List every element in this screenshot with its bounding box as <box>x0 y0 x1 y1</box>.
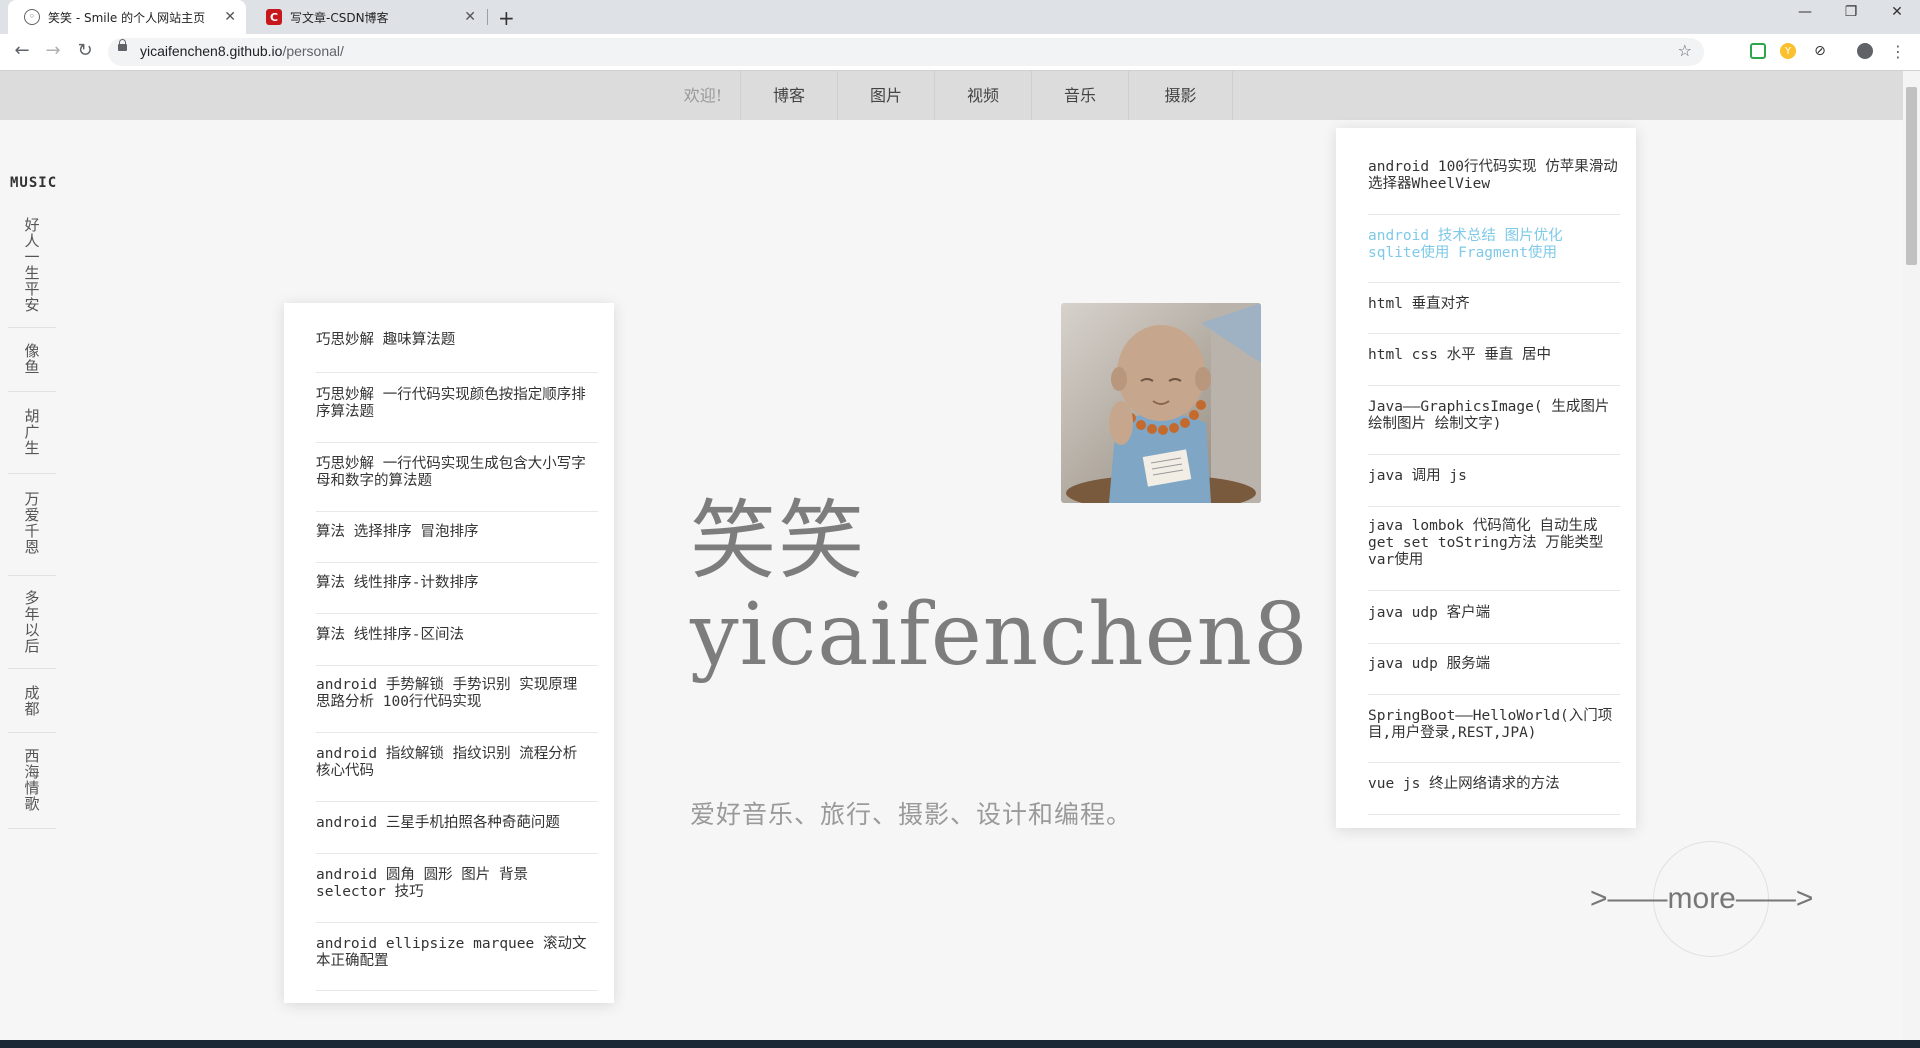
restore-icon[interactable]: ❐ <box>1828 4 1874 20</box>
article-link[interactable]: vue js 终止网络请求的方法 <box>1368 776 1620 815</box>
hero-name-english: yicaifenchen8 <box>690 585 1309 685</box>
address-bar[interactable]: yicaifenchen8.github.io/personal/ ☆ <box>108 38 1704 66</box>
nav-pictures[interactable]: 图片 <box>838 71 935 120</box>
article-link[interactable]: 算法 选择排序 冒泡排序 <box>316 524 598 563</box>
back-icon[interactable]: ← <box>10 40 34 61</box>
article-link[interactable]: html css 水平 垂直 居中 <box>1368 347 1620 386</box>
article-link[interactable]: 巧思妙解 一行代码实现颜色按指定顺序排序算法题 <box>316 387 598 443</box>
article-link-hover[interactable]: android 技术总结 图片优化 sqlite使用 Fragment使用 <box>1368 228 1620 283</box>
music-title: MUSIC <box>10 175 58 191</box>
lock-icon <box>118 39 127 51</box>
bookmark-star-icon[interactable]: ☆ <box>1678 41 1692 60</box>
article-link[interactable]: java udp 服务端 <box>1368 656 1620 695</box>
article-link[interactable]: android 指纹解锁 指纹识别 流程分析 核心代码 <box>316 746 598 802</box>
article-link[interactable]: android 三星手机拍照各种奇葩问题 <box>316 815 598 854</box>
article-list-right: android 100行代码实现 仿苹果滑动选择器WheelView andro… <box>1336 128 1636 828</box>
browser-tab[interactable]: C 写文章-CSDN博客 ✕ <box>250 0 486 34</box>
tab-title: 写文章-CSDN博客 <box>290 10 389 25</box>
article-link[interactable]: html 垂直对齐 <box>1368 296 1620 334</box>
more-button[interactable]: >——more——> <box>1590 882 1813 916</box>
nav-photography[interactable]: 摄影 <box>1129 71 1233 120</box>
song-item[interactable]: 多年以后 <box>8 585 56 669</box>
song-item[interactable]: 西海情歌 <box>8 742 56 829</box>
article-link[interactable]: android 100行代码实现 仿苹果滑动选择器WheelView <box>1368 159 1620 215</box>
avatar-image <box>1061 303 1261 503</box>
globe-icon: ◦ <box>24 9 40 25</box>
browser-toolbar: ← → ↻ yicaifenchen8.github.io/personal/ … <box>0 34 1920 71</box>
site-nav: 欢迎! 博客 图片 视频 音乐 摄影 <box>0 71 1920 120</box>
nav-welcome[interactable]: 欢迎! <box>666 71 741 120</box>
extension-icon[interactable]: Y <box>1780 43 1796 59</box>
song-item[interactable]: 好人一生平安 <box>8 215 56 328</box>
article-link[interactable]: android 圆角 圆形 图片 背景 selector 技巧 <box>316 867 598 923</box>
article-link[interactable]: java 调用 js <box>1368 468 1620 507</box>
reload-icon[interactable]: ↻ <box>73 40 97 61</box>
os-taskbar <box>0 1040 1920 1048</box>
menu-kebab-icon[interactable]: ⋮ <box>1890 42 1906 61</box>
tab-divider <box>487 9 488 25</box>
scrollbar-thumb[interactable] <box>1906 87 1917 265</box>
extension-icon[interactable]: ⊘ <box>1812 43 1828 59</box>
song-item[interactable]: 像鱼 <box>8 337 56 392</box>
csdn-icon: C <box>266 9 282 25</box>
hero-name-chinese: 笑笑 <box>690 491 866 591</box>
song-item[interactable]: 胡广生 <box>8 400 56 474</box>
window-close-icon[interactable]: ✕ <box>1874 4 1920 20</box>
minimize-icon[interactable]: — <box>1782 4 1828 20</box>
browser-tab-active[interactable]: ◦ 笑笑 - Smile 的个人网站主页 ✕ <box>8 0 246 34</box>
article-link[interactable]: Java——GraphicsImage( 生成图片 绘制图片 绘制文字) <box>1368 399 1620 455</box>
article-link[interactable]: java lombok 代码简化 自动生成get set toString方法 … <box>1368 518 1620 591</box>
nav-blog[interactable]: 博客 <box>741 71 838 120</box>
hero-tagline: 爱好音乐、旅行、摄影、设计和编程。 <box>690 800 1133 829</box>
tab-title: 笑笑 - Smile 的个人网站主页 <box>48 10 206 25</box>
extension-icon[interactable] <box>1750 43 1766 59</box>
close-tab-icon[interactable]: ✕ <box>224 9 236 25</box>
nav-music[interactable]: 音乐 <box>1032 71 1129 120</box>
article-link[interactable]: 算法 线性排序-计数排序 <box>316 575 598 614</box>
profile-avatar <box>1061 303 1261 503</box>
article-list-left: 巧思妙解 趣味算法题 巧思妙解 一行代码实现颜色按指定顺序排序算法题 巧思妙解 … <box>284 303 614 1003</box>
new-tab-icon[interactable]: + <box>498 6 515 30</box>
article-link[interactable]: 巧思妙解 一行代码实现生成包含大小写字母和数字的算法题 <box>316 456 598 512</box>
article-link[interactable]: android ellipsize marquee 滚动文本正确配置 <box>316 936 598 991</box>
article-link[interactable]: 巧思妙解 趣味算法题 <box>316 332 598 373</box>
article-link[interactable]: SpringBoot——HelloWorld(入门项目,用户登录,REST,JP… <box>1368 708 1620 763</box>
nav-videos[interactable]: 视频 <box>935 71 1032 120</box>
forward-icon[interactable]: → <box>41 40 65 61</box>
browser-tab-bar: ◦ 笑笑 - Smile 的个人网站主页 ✕ C 写文章-CSDN博客 ✕ + … <box>0 0 1920 34</box>
song-item[interactable]: 成都 <box>8 678 56 733</box>
article-link[interactable]: android 手势解锁 手势识别 实现原理 思路分析 100行代码实现 <box>316 677 598 733</box>
close-tab-icon[interactable]: ✕ <box>464 9 476 25</box>
url-text: yicaifenchen8.github.io/personal/ <box>140 43 344 59</box>
profile-avatar-icon[interactable] <box>1857 43 1873 59</box>
article-link[interactable]: 算法 线性排序-区间法 <box>316 627 598 666</box>
article-link[interactable]: java udp 客户端 <box>1368 605 1620 644</box>
song-item[interactable]: 万爱千恩 <box>8 483 56 576</box>
